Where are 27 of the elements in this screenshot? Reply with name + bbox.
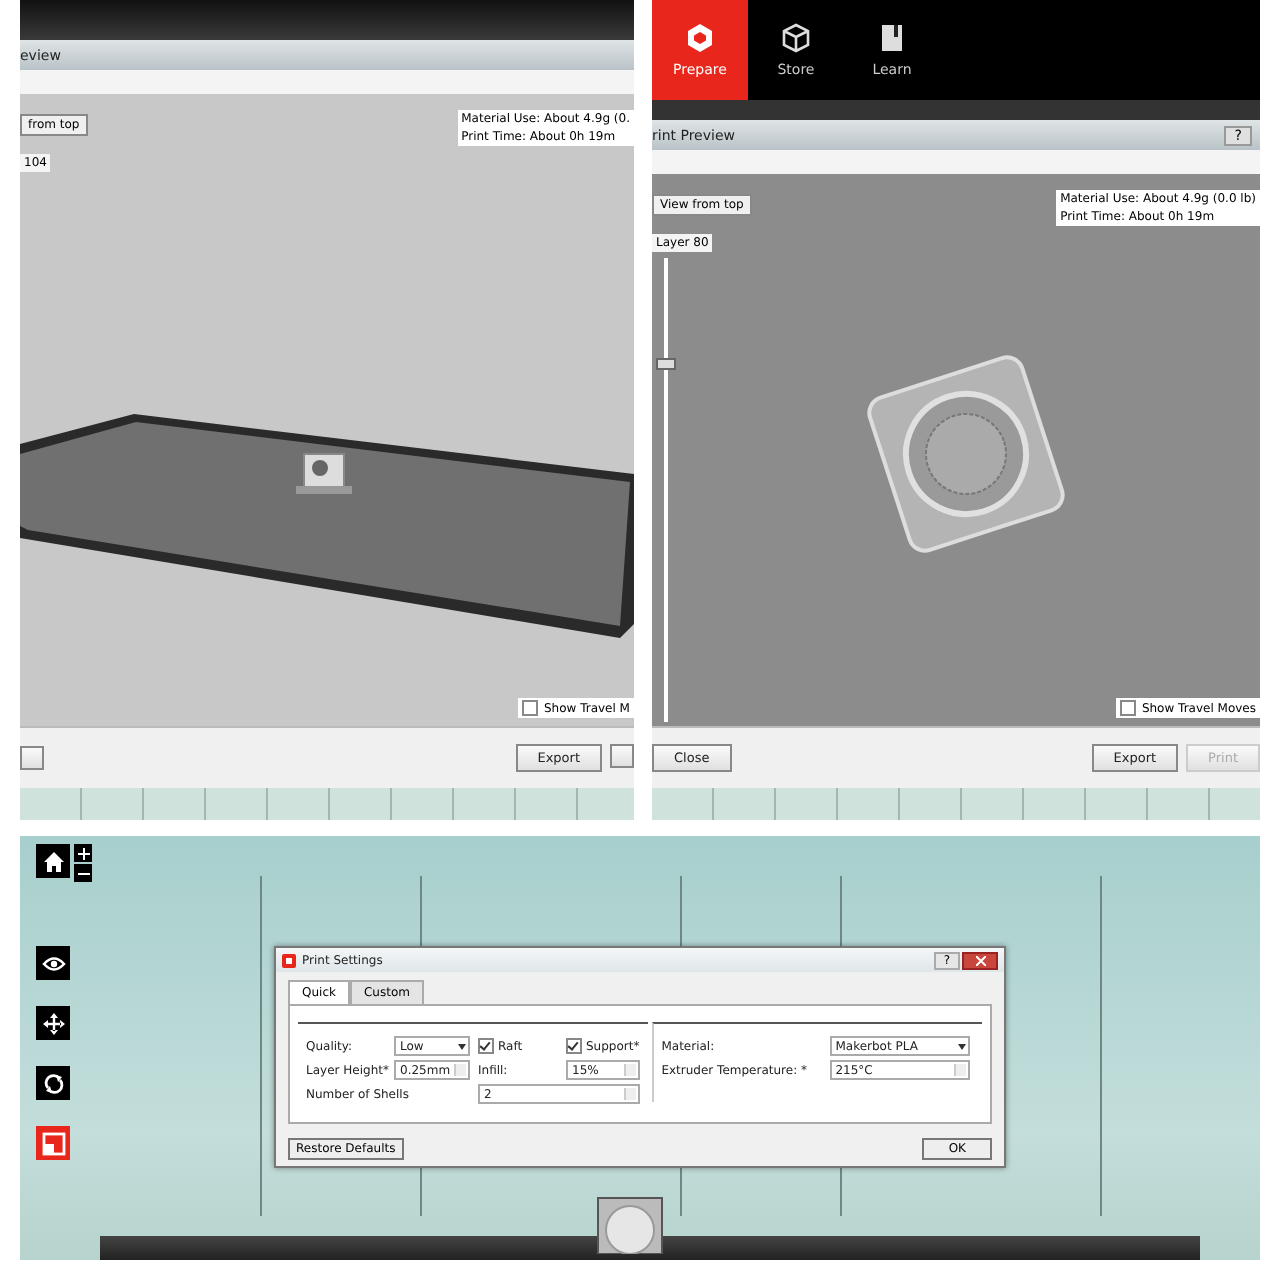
zoom-out-button[interactable]	[74, 864, 92, 882]
eye-icon	[41, 951, 65, 975]
hexagon-icon	[684, 22, 716, 54]
book-icon	[876, 22, 908, 54]
layer-slider[interactable]	[656, 258, 676, 722]
plus-icon	[77, 847, 89, 859]
slider-thumb[interactable]	[656, 358, 676, 371]
tool-button[interactable]	[36, 1006, 70, 1040]
move-icon	[41, 1011, 65, 1035]
cube-icon	[780, 22, 812, 54]
printed-model-drawing	[296, 453, 352, 494]
cut-off-button[interactable]	[610, 744, 634, 768]
caret-icon	[957, 1043, 966, 1049]
scale-icon	[41, 1131, 65, 1155]
rotate-icon	[41, 1071, 65, 1095]
caret-icon	[458, 1043, 466, 1049]
home-icon	[41, 849, 65, 873]
close-button[interactable]	[962, 951, 998, 969]
cut-off-button[interactable]	[20, 746, 44, 770]
model-drawing	[594, 1194, 666, 1254]
minus-icon	[77, 867, 89, 879]
tool-button[interactable]	[36, 946, 70, 980]
close-icon	[975, 955, 985, 965]
zoom-in-button[interactable]	[74, 844, 92, 862]
tool-button[interactable]	[36, 1066, 70, 1100]
app-logo-icon	[282, 953, 296, 967]
home-button[interactable]	[36, 844, 70, 878]
